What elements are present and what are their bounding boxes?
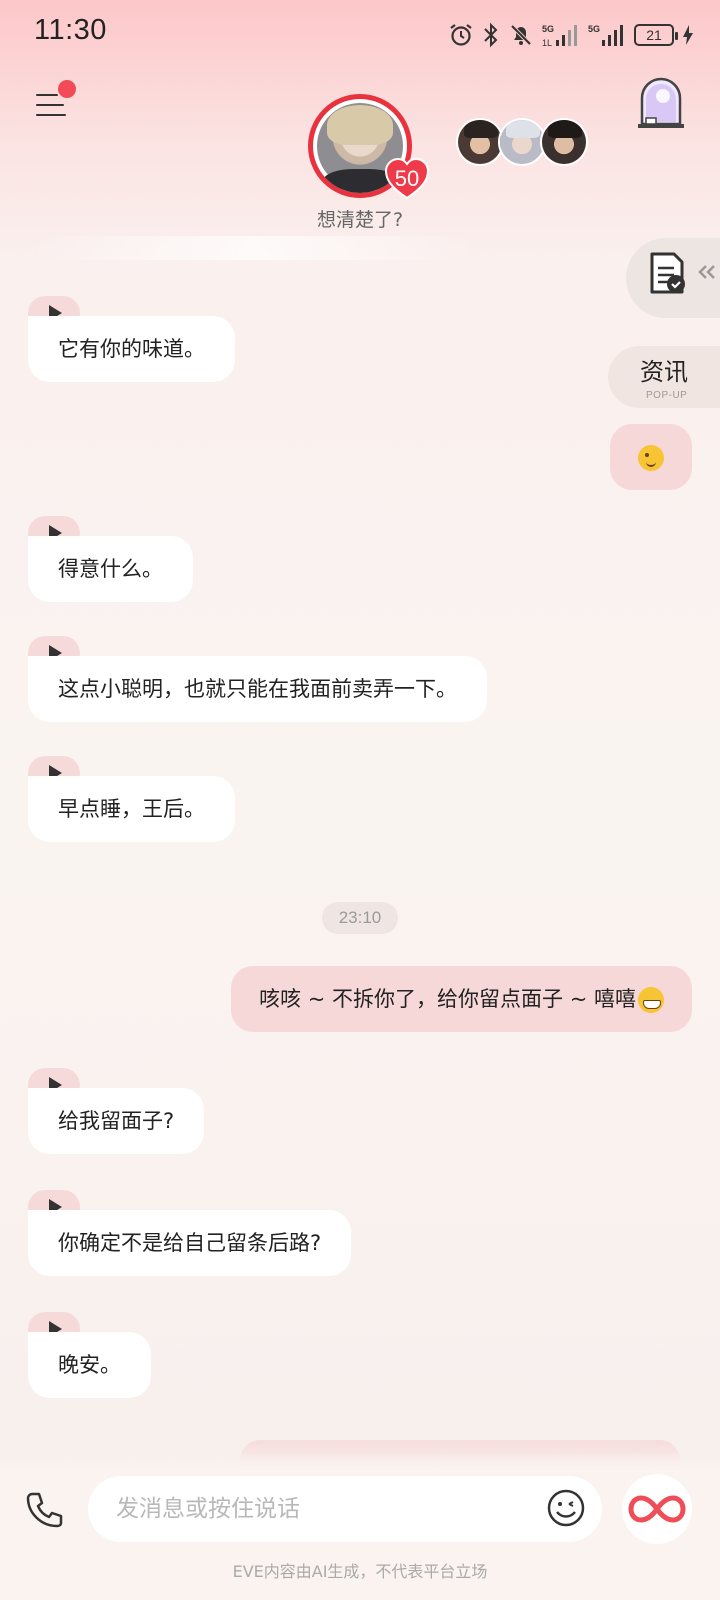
message-bubble[interactable]: 这点小聪明，也就只能在我面前卖弄一下。 <box>28 656 487 722</box>
notification-dot <box>58 80 76 98</box>
level-badge: 50 <box>384 157 430 200</box>
charging-icon <box>683 25 693 45</box>
svg-text:1L: 1L <box>542 38 552 48</box>
message-text: 咳咳 ~ 不拆你了，给你留点面子 ~ 嘻嘻 <box>259 987 636 1011</box>
message-input[interactable] <box>116 1476 516 1542</box>
message-bubble[interactable]: 它有你的味道。 <box>28 316 235 382</box>
winking-face-emoji <box>638 445 664 471</box>
character-avatar-small[interactable] <box>456 118 504 166</box>
arch-window-icon <box>638 77 684 128</box>
battery-icon: 21 <box>634 24 678 46</box>
message-bubble[interactable]: 早点睡，王后。 <box>28 776 235 842</box>
phone-icon <box>26 1492 63 1528</box>
status-bar: 11:30 5G 1L 5G 21 <box>0 0 720 70</box>
status-icons: 5G 1L 5G 21 <box>448 18 694 52</box>
signal-5g-icon-2: 5G <box>588 24 623 46</box>
message-bubble[interactable]: 给我留面子? <box>28 1088 205 1154</box>
message-bubble[interactable]: 晚安。 <box>28 1332 151 1398</box>
battery-level: 21 <box>646 27 662 43</box>
status-time: 11:30 <box>34 14 107 46</box>
side-news-button[interactable]: 资讯 POP-UP <box>608 346 720 408</box>
svg-text:5G: 5G <box>588 24 600 34</box>
message-bubble[interactable]: 得意什么。 <box>28 536 193 602</box>
character-avatar-small[interactable] <box>540 118 588 166</box>
news-sublabel: POP-UP <box>646 390 688 401</box>
outgoing-message[interactable]: 咳咳 ~ 不拆你了，给你留点面子 ~ 嘻嘻 <box>231 966 692 1032</box>
bell-muted-icon <box>510 24 532 46</box>
infinity-icon <box>628 1495 686 1523</box>
infinity-button[interactable] <box>622 1474 692 1544</box>
scene-window-button[interactable] <box>636 74 686 130</box>
other-characters[interactable] <box>456 118 592 170</box>
smiley-icon <box>547 1489 585 1527</box>
call-button[interactable] <box>22 1488 66 1532</box>
outgoing-message[interactable] <box>610 424 692 490</box>
bluetooth-icon <box>484 22 498 48</box>
timestamp-chip: 23:10 <box>322 902 398 934</box>
svg-text:5G: 5G <box>542 24 554 34</box>
faded-message <box>28 236 478 260</box>
character-avatar-small[interactable] <box>498 118 546 166</box>
alarm-icon <box>450 24 472 46</box>
level-value: 50 <box>394 166 420 191</box>
side-document-button[interactable] <box>626 238 720 318</box>
signal-5g-icon-1: 5G1L <box>542 24 577 48</box>
message-input-box[interactable] <box>88 1476 602 1542</box>
news-label: 资讯 <box>640 358 688 386</box>
grinning-face-emoji <box>638 987 664 1013</box>
emoji-button[interactable] <box>546 1488 586 1528</box>
character-subtitle: 想清楚了? <box>316 209 404 231</box>
message-bubble[interactable]: 你确定不是给自己留条后路? <box>28 1210 352 1276</box>
document-check-icon <box>650 252 715 294</box>
ai-disclaimer: EVE内容由AI生成，不代表平台立场 <box>232 1562 488 1581</box>
